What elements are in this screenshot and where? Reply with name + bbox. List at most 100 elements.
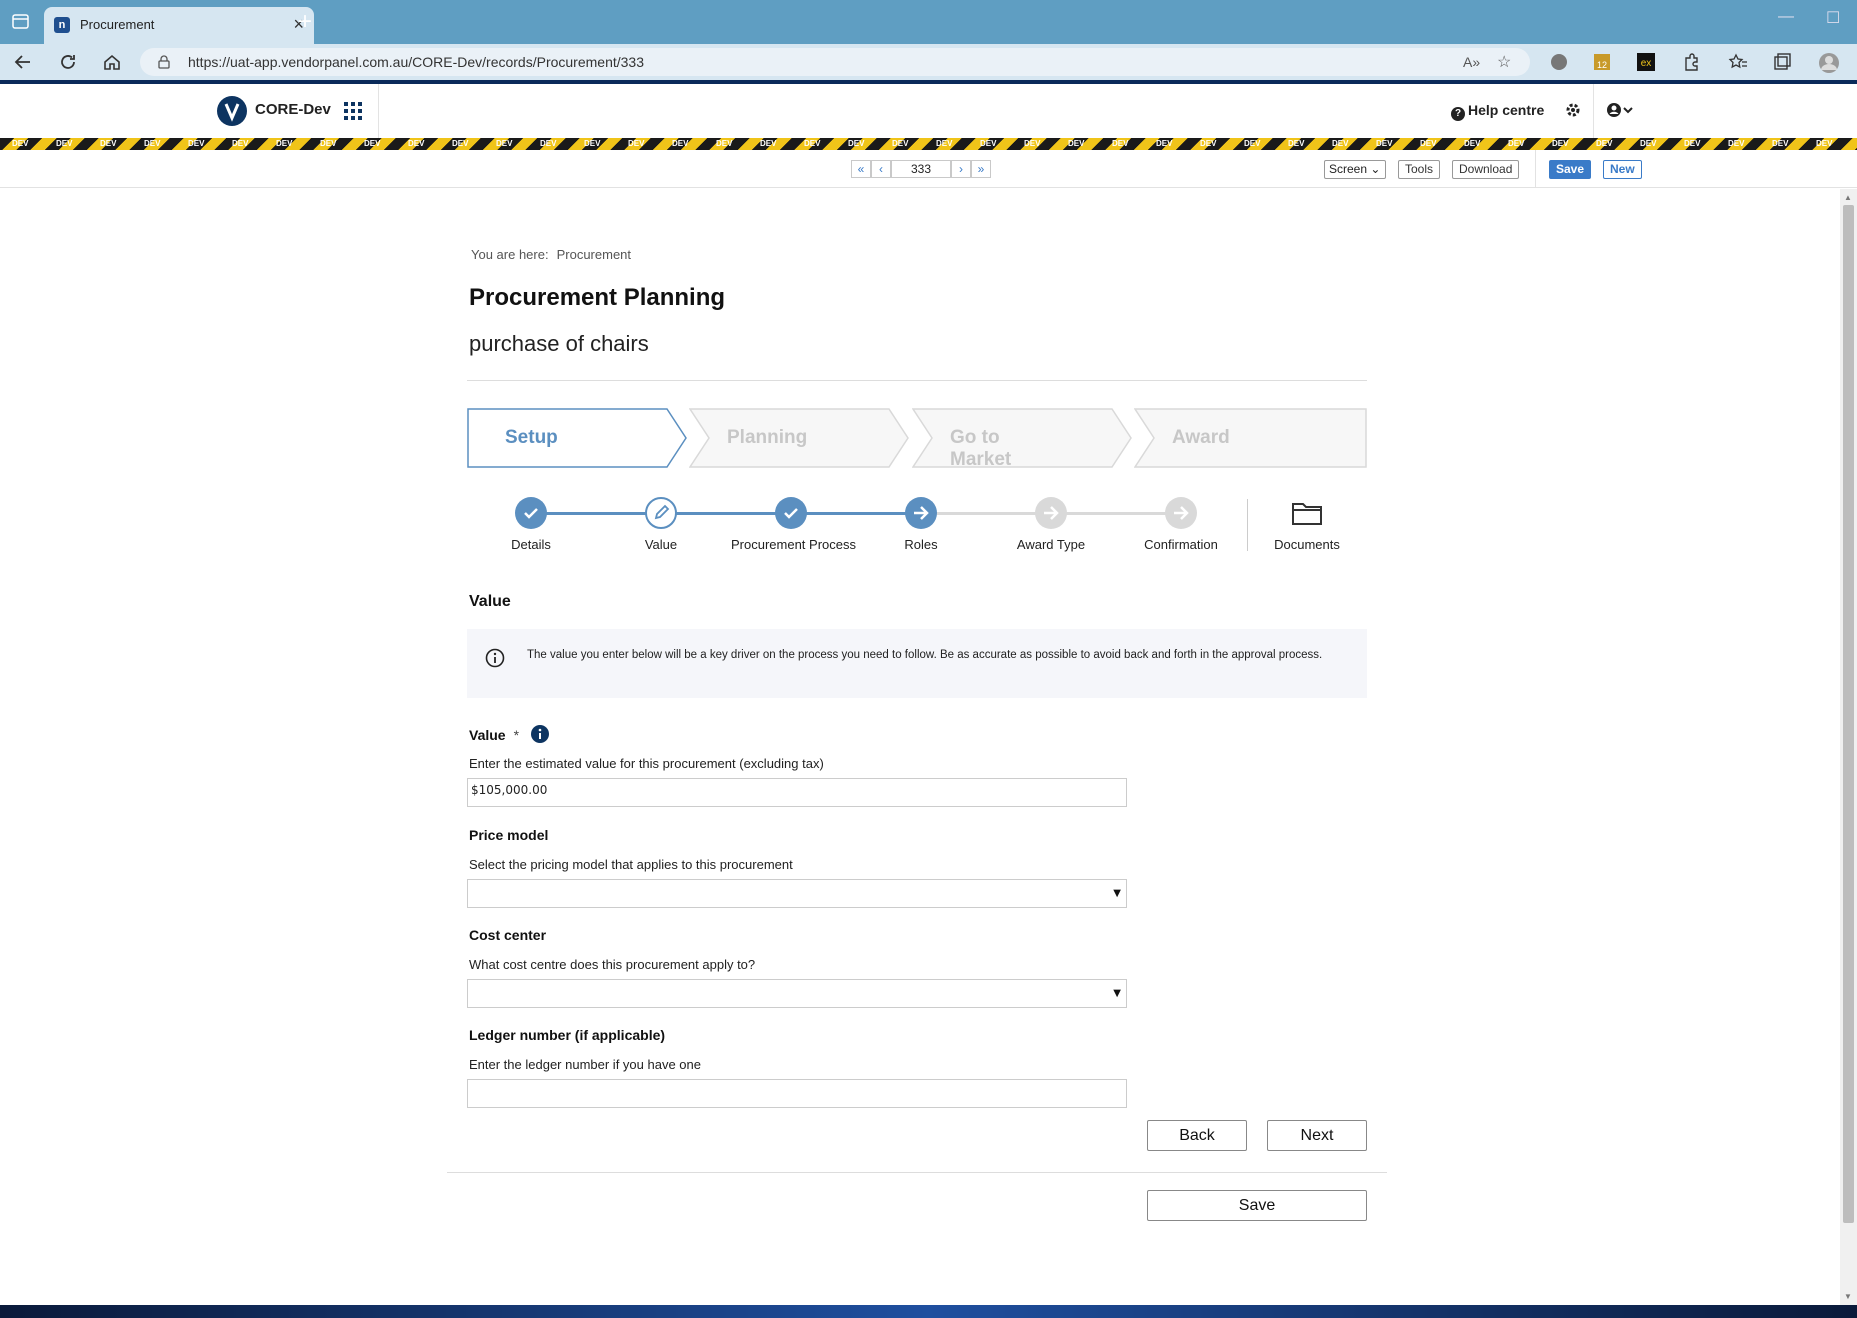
value-input[interactable]: $105,000.00 (467, 778, 1127, 807)
dev-stripe-label: DEV (364, 139, 381, 148)
info-circle-icon (485, 648, 505, 673)
scroll-down-icon[interactable]: ▼ (1844, 1292, 1852, 1301)
dev-stripe-label: DEV (1552, 139, 1569, 148)
value-label-text: Value (469, 727, 506, 743)
cost-center-select[interactable]: ▼ (467, 979, 1127, 1008)
app-header: CORE-Dev ? Help centre (0, 84, 1857, 138)
new-record-button[interactable]: New (1603, 160, 1642, 179)
header-divider (1593, 84, 1594, 138)
dev-stripe-label: DEV (892, 139, 909, 148)
next-record-icon[interactable]: › (951, 160, 971, 178)
calendar-extension-icon[interactable]: 12 (1592, 52, 1612, 72)
dev-stripe-label: DEV (408, 139, 425, 148)
price-model-select[interactable]: ▼ (467, 879, 1127, 908)
browser-toolbar: https://uat-app.vendorpanel.com.au/CORE-… (0, 44, 1857, 80)
info-notice: The value you enter below will be a key … (467, 629, 1367, 698)
download-button[interactable]: Download (1452, 160, 1520, 179)
ledger-help: Enter the ledger number if you have one (469, 1057, 701, 1072)
dev-stripe-label: DEV (584, 139, 601, 148)
minimize-icon[interactable]: — (1778, 8, 1794, 26)
dev-stripe-label: DEV (1024, 139, 1041, 148)
caret-down-icon: ▼ (1113, 988, 1121, 999)
dev-stripe-label: DEV (1288, 139, 1305, 148)
ex-extension-icon[interactable]: ex (1636, 52, 1656, 72)
dev-stripe-label: DEV (12, 139, 29, 148)
back-arrow-icon[interactable] (12, 51, 34, 73)
page-scrollbar[interactable]: ▲ ▼ (1840, 189, 1857, 1305)
price-model-label: Price model (469, 827, 549, 843)
step-label: Confirmation (1144, 537, 1218, 552)
step-tracker: Details Value Procurement Process Roles … (467, 495, 1367, 555)
user-menu-icon[interactable] (1606, 101, 1634, 124)
step-confirmation[interactable]: Confirmation (1121, 495, 1241, 552)
step-documents[interactable]: Documents (1247, 495, 1367, 552)
dev-stripe-label: DEV (628, 139, 645, 148)
favorite-add-icon[interactable]: ☆ (1497, 52, 1511, 72)
view-select[interactable]: Screen ⌄ (1324, 160, 1386, 179)
breadcrumb-prefix: You are here: (471, 247, 549, 262)
next-button[interactable]: Next (1267, 1120, 1367, 1151)
step-details[interactable]: Details (471, 495, 591, 552)
previous-record-icon[interactable]: ‹ (871, 160, 891, 178)
dev-stripe-label: DEV (1244, 139, 1261, 148)
dev-stripe-label: DEV (1816, 139, 1833, 148)
app-grid-icon[interactable] (344, 102, 362, 125)
value-help: Enter the estimated value for this procu… (469, 756, 824, 771)
gear-icon[interactable] (1564, 101, 1582, 124)
browser-tab-bar: n Procurement × + — ☐ (0, 0, 1857, 44)
first-record-icon[interactable]: « (851, 160, 871, 178)
maximize-icon[interactable]: ☐ (1826, 8, 1840, 28)
tab-title: Procurement (80, 17, 155, 32)
step-label: Value (644, 537, 678, 552)
breadcrumb-link[interactable]: Procurement (557, 247, 631, 262)
browser-tab[interactable]: n Procurement × (44, 7, 314, 44)
dev-stripe-label: DEV (1508, 139, 1525, 148)
extension-icon[interactable] (1549, 52, 1569, 72)
view-select-value: Screen (1329, 162, 1368, 176)
new-tab-icon[interactable]: + (290, 8, 320, 36)
tools-button[interactable]: Tools (1398, 160, 1441, 179)
read-aloud-icon[interactable]: A» (1463, 54, 1480, 70)
step-procurement-process[interactable]: Procurement Process (731, 495, 856, 552)
tab-actions-icon[interactable] (10, 12, 32, 32)
profile-avatar-icon[interactable] (1818, 52, 1839, 73)
dev-stripe-label: DEV (144, 139, 161, 148)
info-solid-icon[interactable] (530, 725, 549, 746)
chevron-down-icon: ⌄ (1370, 162, 1381, 176)
breadcrumb: You are here: Procurement (471, 247, 631, 262)
scroll-up-icon[interactable]: ▲ (1844, 193, 1852, 202)
last-record-icon[interactable]: » (971, 160, 991, 178)
title-divider (467, 380, 1367, 381)
collections-icon[interactable] (1772, 52, 1792, 72)
dev-stripe-label: DEV (1376, 139, 1393, 148)
record-pager: « ‹ 333 › » (851, 160, 991, 178)
step-value[interactable]: Value (601, 495, 721, 552)
pencil-icon (645, 497, 677, 529)
address-bar[interactable]: https://uat-app.vendorpanel.com.au/CORE-… (140, 48, 1530, 76)
favorites-icon[interactable] (1728, 52, 1748, 72)
record-number[interactable]: 333 (891, 160, 951, 178)
stage-label: Planning (727, 427, 808, 448)
home-icon[interactable] (101, 51, 123, 73)
brand-name[interactable]: CORE-Dev (255, 101, 331, 118)
dev-stripe-label: DEV (760, 139, 777, 148)
refresh-icon[interactable] (57, 51, 79, 73)
caret-down-icon: ▼ (1113, 888, 1121, 899)
required-marker: * (513, 727, 520, 743)
dev-stripe-label: DEV (452, 139, 469, 148)
help-centre-link[interactable]: ? Help centre (1451, 102, 1544, 121)
value-label: Value * (469, 725, 549, 746)
step-roles[interactable]: Roles (861, 495, 981, 552)
step-award-type[interactable]: Award Type (991, 495, 1111, 552)
scroll-thumb[interactable] (1843, 205, 1854, 1223)
record-toolbar: « ‹ 333 › » Screen ⌄ Tools Download Save… (0, 150, 1857, 188)
dev-stripe-label: DEV (804, 139, 821, 148)
back-button[interactable]: Back (1147, 1120, 1247, 1151)
toolbar-save-button[interactable]: Save (1549, 160, 1592, 179)
save-button[interactable]: Save (1147, 1190, 1367, 1221)
arrow-right-icon (905, 497, 937, 529)
dev-stripe-label: DEV (496, 139, 513, 148)
vendorpanel-logo-icon[interactable] (217, 96, 247, 126)
extensions-puzzle-icon[interactable] (1681, 52, 1701, 72)
ledger-input[interactable] (467, 1079, 1127, 1108)
